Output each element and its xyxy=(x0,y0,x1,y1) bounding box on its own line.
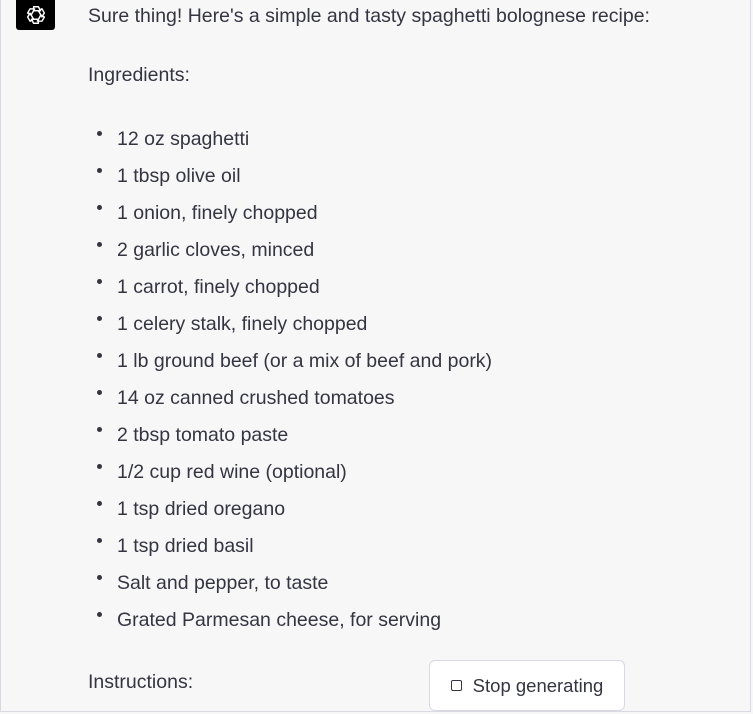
ingredient-text: 2 garlic cloves, minced xyxy=(117,239,315,261)
ingredient-text: 1 celery stalk, finely chopped xyxy=(117,313,368,335)
stop-generating-label: Stop generating xyxy=(472,674,604,696)
list-item: 2 garlic cloves, minced xyxy=(88,237,492,274)
bullet-icon xyxy=(97,464,102,469)
list-item: 14 oz canned crushed tomatoes xyxy=(88,385,492,422)
instructions-heading: Instructions: xyxy=(88,671,194,693)
assistant-avatar xyxy=(16,0,55,30)
ingredient-text: 2 tbsp tomato paste xyxy=(117,424,289,446)
list-item: Grated Parmesan cheese, for serving xyxy=(88,607,492,644)
bullet-icon xyxy=(97,279,102,284)
list-item: 1 tsp dried basil xyxy=(88,533,492,570)
bullet-icon xyxy=(97,205,102,210)
ingredient-text: 1 tsp dried basil xyxy=(117,535,254,557)
list-item: 1/2 cup red wine (optional) xyxy=(88,459,492,496)
bullet-icon xyxy=(97,168,102,173)
bullet-icon xyxy=(97,501,102,506)
list-item: 12 oz spaghetti xyxy=(88,126,492,163)
ingredient-text: Grated Parmesan cheese, for serving xyxy=(117,609,442,631)
ingredient-text: 1 tbsp olive oil xyxy=(117,165,241,187)
list-item: Salt and pepper, to taste xyxy=(88,570,492,607)
message-intro: Sure thing! Here's a simple and tasty sp… xyxy=(88,5,650,27)
bullet-icon xyxy=(97,242,102,247)
ingredients-heading: Ingredients: xyxy=(88,64,190,86)
bullet-icon xyxy=(97,427,102,432)
assistant-message: Sure thing! Here's a simple and tasty sp… xyxy=(88,3,728,693)
ingredient-text: 1 carrot, finely chopped xyxy=(117,276,320,298)
bullet-icon xyxy=(97,316,102,321)
bullet-icon xyxy=(97,538,102,543)
ingredient-text: 14 oz canned crushed tomatoes xyxy=(117,387,395,409)
list-item: 1 celery stalk, finely chopped xyxy=(88,311,492,348)
ingredient-text: 1 tsp dried oregano xyxy=(117,498,286,520)
bullet-icon xyxy=(97,612,102,617)
bullet-icon xyxy=(97,131,102,136)
stop-generating-button[interactable]: Stop generating xyxy=(429,660,625,711)
stop-square-icon xyxy=(450,680,462,691)
bullet-icon xyxy=(97,353,102,358)
list-item: 1 tsp dried oregano xyxy=(88,496,492,533)
ingredient-text: Salt and pepper, to taste xyxy=(117,572,329,594)
ingredient-text: 1 lb ground beef (or a mix of beef and p… xyxy=(117,350,493,372)
bullet-icon xyxy=(97,390,102,395)
ingredient-text: 1/2 cup red wine (optional) xyxy=(117,461,347,483)
list-item: 1 carrot, finely chopped xyxy=(88,274,492,311)
list-item: 1 lb ground beef (or a mix of beef and p… xyxy=(88,348,492,385)
list-item: 2 tbsp tomato paste xyxy=(88,422,492,459)
list-item: 1 tbsp olive oil xyxy=(88,163,492,200)
list-item: 1 onion, finely chopped xyxy=(88,200,492,237)
openai-logo-icon xyxy=(26,6,45,24)
ingredients-list: 12 oz spaghetti 1 tbsp olive oil 1 onion… xyxy=(88,126,492,644)
ingredient-text: 12 oz spaghetti xyxy=(117,128,250,150)
ingredient-text: 1 onion, finely chopped xyxy=(117,202,318,224)
bullet-icon xyxy=(97,575,102,580)
